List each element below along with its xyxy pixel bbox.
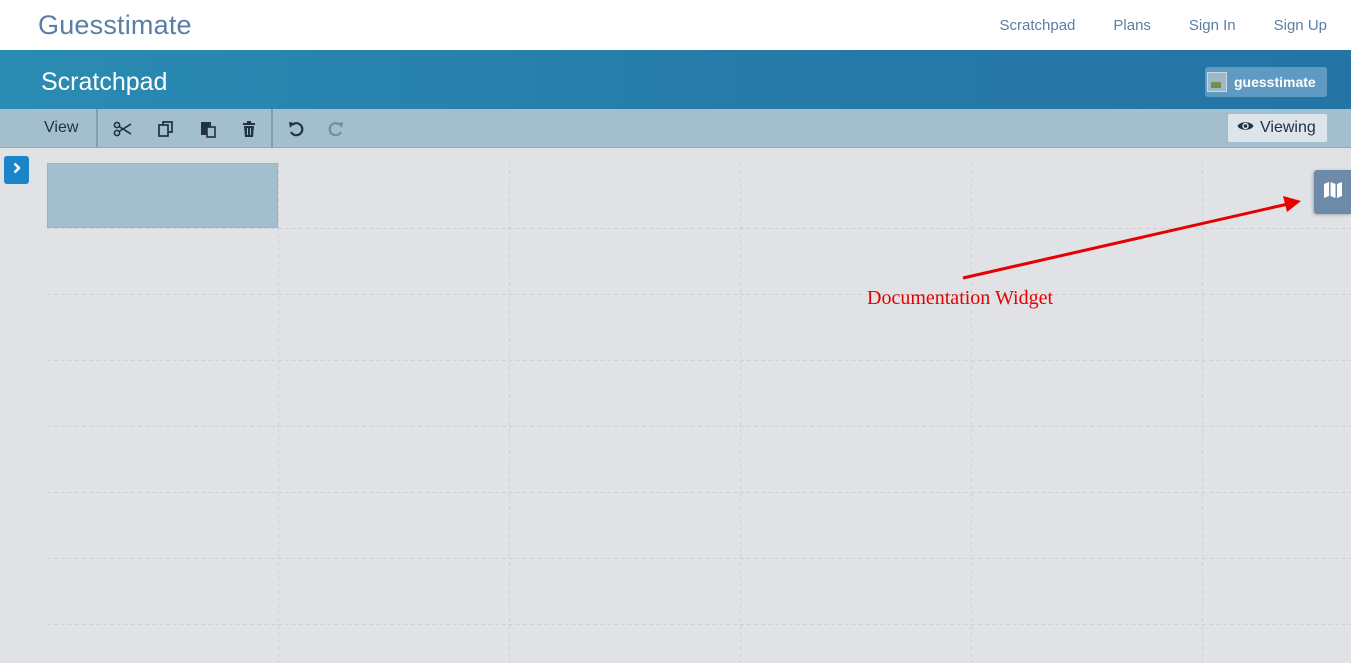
page-title: Scratchpad <box>41 68 168 96</box>
space-header: Scratchpad guesstimate <box>0 50 1351 109</box>
nav-link-sign-in[interactable]: Sign In <box>1189 17 1236 34</box>
viewing-mode-button[interactable]: Viewing <box>1228 114 1327 142</box>
top-navbar: Guesstimate Scratchpad Plans Sign In Sig… <box>0 0 1351 50</box>
copy-icon <box>157 120 175 138</box>
annotation-label: Documentation Widget <box>867 287 1054 309</box>
toolbar-divider <box>96 109 98 147</box>
toolbar-divider <box>271 109 273 147</box>
nav-link-plans[interactable]: Plans <box>1113 17 1151 34</box>
owner-name: guesstimate <box>1234 74 1316 90</box>
sidebar-toggle-button[interactable] <box>4 156 29 184</box>
redo-button[interactable] <box>325 118 347 140</box>
eye-icon <box>1237 119 1254 137</box>
nav-link-sign-up[interactable]: Sign Up <box>1274 17 1327 34</box>
model-canvas[interactable] <box>47 163 1351 663</box>
nav-links: Scratchpad Plans Sign In Sign Up <box>1000 17 1328 34</box>
scissors-icon <box>113 121 133 137</box>
chevron-right-icon <box>12 161 22 179</box>
brand-logo[interactable]: Guesstimate <box>38 10 192 41</box>
owner-badge[interactable]: guesstimate <box>1205 67 1327 97</box>
documentation-widget-button[interactable] <box>1314 170 1351 214</box>
toolbar: View Viewing <box>0 109 1351 148</box>
delete-button[interactable] <box>238 118 260 140</box>
avatar <box>1207 72 1227 92</box>
viewing-label: Viewing <box>1260 119 1316 136</box>
undo-button[interactable] <box>285 118 307 140</box>
view-menu-button[interactable]: View <box>44 119 78 137</box>
canvas-grid <box>47 163 1351 663</box>
undo-icon <box>287 120 305 138</box>
map-icon <box>1323 181 1343 204</box>
redo-icon <box>327 120 345 138</box>
selected-cell[interactable] <box>47 163 278 228</box>
nav-link-scratchpad[interactable]: Scratchpad <box>1000 17 1076 34</box>
paste-icon <box>199 120 217 138</box>
trash-icon <box>241 120 257 138</box>
cut-button[interactable] <box>112 118 134 140</box>
copy-button[interactable] <box>155 118 177 140</box>
paste-button[interactable] <box>197 118 219 140</box>
